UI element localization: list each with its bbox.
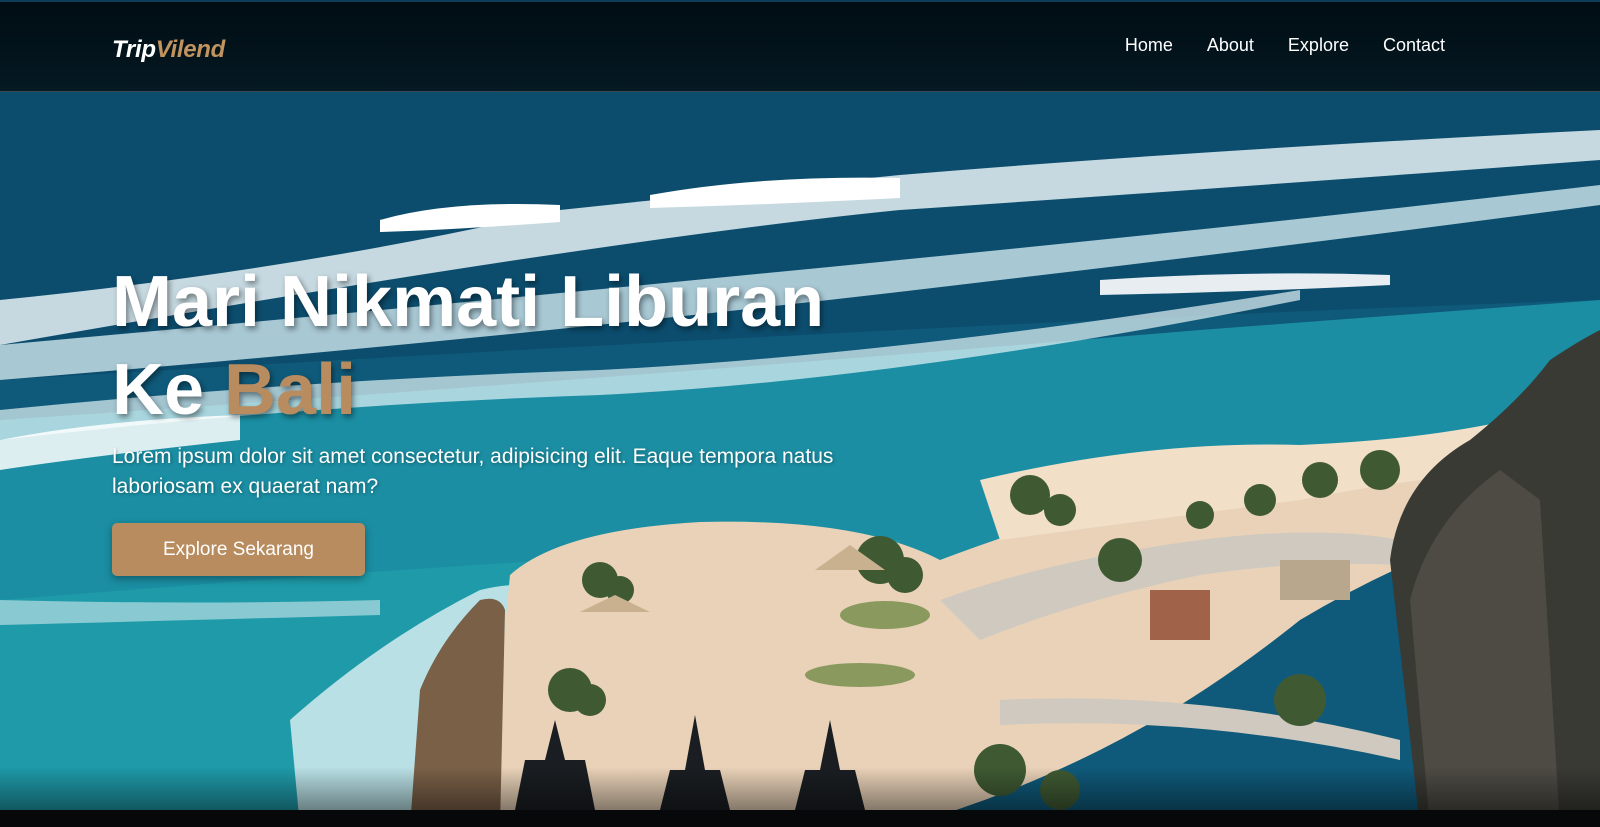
headline-line-1: Mari Nikmati Liburan: [112, 262, 825, 342]
site-logo[interactable]: TripVilend: [112, 36, 225, 64]
nav-link-home[interactable]: Home: [1125, 35, 1173, 56]
logo-text-accent: Vilend: [155, 36, 226, 63]
hero-description: Lorem ipsum dolor sit amet consectetur, …: [112, 445, 834, 498]
headline-prefix: Ke: [112, 350, 225, 430]
explore-button[interactable]: Explore Sekarang: [112, 523, 365, 576]
hero-headline: Mari Nikmati Liburan Ke Bali: [112, 258, 892, 434]
logo-text-main: Trip: [112, 36, 156, 63]
navbar: TripVilend Home About Explore Contact: [0, 2, 1600, 92]
nav-link-explore[interactable]: Explore: [1288, 35, 1349, 56]
nav-link-about[interactable]: About: [1207, 35, 1254, 56]
nav-link-contact[interactable]: Contact: [1383, 35, 1445, 56]
hero-content: Mari Nikmati Liburan Ke Bali Lorem ipsum…: [112, 258, 892, 576]
nav-links: Home About Explore Contact: [1125, 35, 1445, 56]
bottom-edge: [0, 810, 1600, 827]
headline-accent-bali: Bali: [224, 350, 357, 430]
